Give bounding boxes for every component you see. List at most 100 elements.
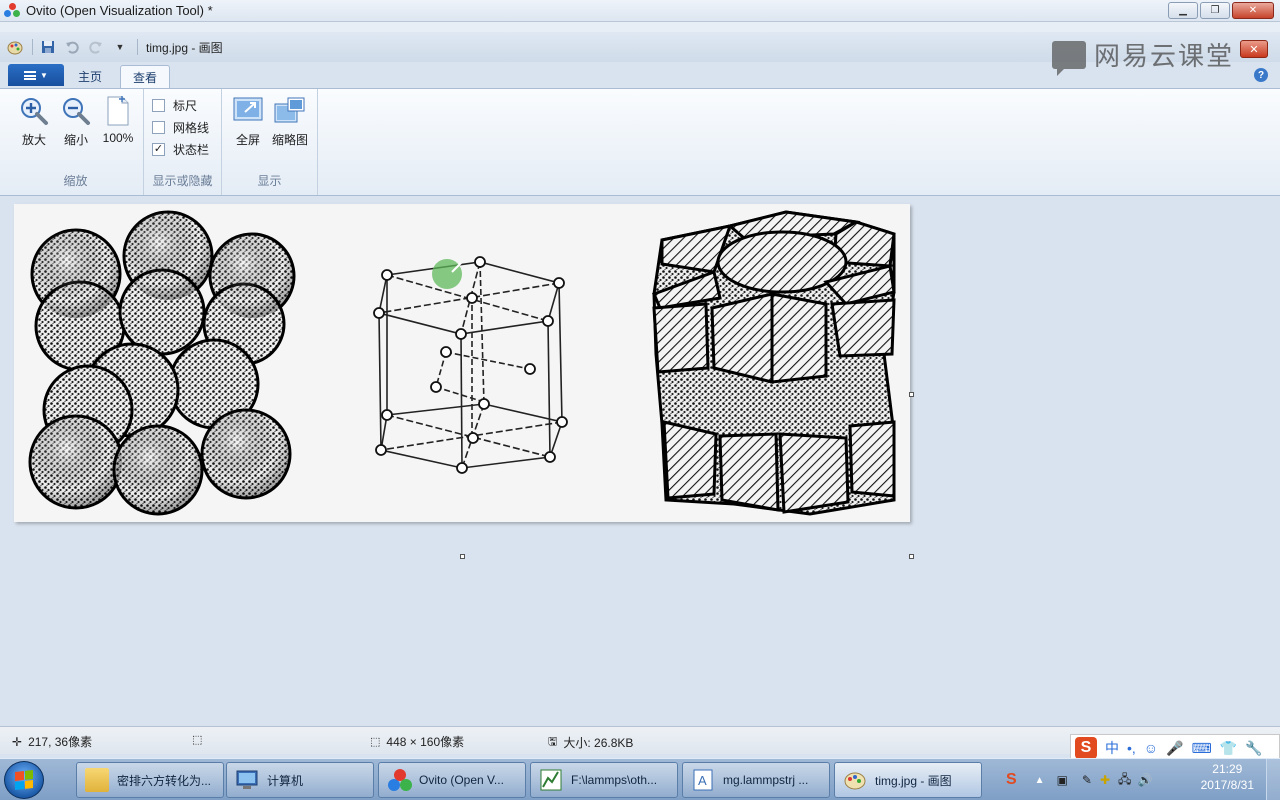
statusbar-label: 状态栏 (173, 143, 210, 157)
file-size: 🖫 大小: 26.8KB (548, 733, 633, 752)
cursor-position: ✛ 217, 36像素 (12, 733, 92, 750)
punctuation-icon[interactable]: •, (1127, 740, 1136, 756)
settings-icon[interactable]: 🔧 (1245, 740, 1262, 757)
taskbar-item-folder[interactable]: 密排六方转化为... (76, 762, 224, 798)
disk-icon: 🖫 (548, 736, 558, 748)
zoom-out-label: 缩小 (63, 133, 88, 147)
clock-time: 21:29 (1212, 762, 1243, 776)
skin-icon[interactable]: 👕 (1220, 740, 1237, 757)
crystal-structure-image (28, 210, 896, 516)
taskbar-item-paint[interactable]: timg.jpg - 画图 (834, 762, 982, 798)
show-hide-group-label: 显示或隐藏 (152, 174, 213, 188)
undo-icon[interactable] (63, 38, 81, 56)
file-size-text: 大小: 26.8KB (563, 736, 634, 750)
windows-logo-icon (15, 770, 33, 790)
network-icon[interactable]: 🖧 (1118, 770, 1131, 791)
paint-close-button[interactable]: ✕ (1240, 40, 1268, 58)
ovito-title-bar: Ovito (Open Visualization Tool) * ▁ ❐ ✕ (0, 0, 1280, 22)
keyboard-icon[interactable]: ⌨ (1192, 740, 1212, 757)
taskbar-item-label: timg.jpg - 画图 (875, 773, 952, 788)
resize-handle-right[interactable] (909, 392, 914, 397)
image-size-text: 448 × 160像素 (386, 735, 465, 749)
qat-separator (137, 39, 138, 55)
hatched-polyhedron-drawing (651, 210, 896, 516)
text-editor-icon: A (691, 768, 715, 792)
taskbar-item-computer[interactable]: 计算机 (226, 762, 374, 798)
show-desktop-button[interactable] (1266, 759, 1280, 800)
taskbar-item-lammpstrj[interactable]: A mg.lammpstrj ... (682, 762, 830, 798)
fullscreen-label: 全屏 (235, 133, 260, 147)
security-tray-icon[interactable]: ✚ (1100, 773, 1110, 787)
paint-menu-button[interactable]: ▼ (8, 64, 64, 86)
redo-icon[interactable] (87, 38, 105, 56)
thumbnail-button[interactable]: 缩略图 (270, 95, 310, 148)
ovito-minimize-button[interactable]: ▁ (1168, 2, 1198, 19)
cursor-highlight (432, 259, 462, 289)
ruler-checkbox[interactable] (152, 99, 165, 112)
paint-window: ▼ timg.jpg - 画图 网易云课堂 ✕ ▼ 主页 查看 ? 放大 缩小 … (0, 32, 1280, 762)
fullscreen-button[interactable]: 全屏 (228, 95, 268, 148)
gridlines-label: 网格线 (173, 121, 210, 135)
chart-icon (539, 768, 563, 792)
volume-icon[interactable]: 🔊 (1137, 773, 1152, 787)
image-size-icon: ⬚ (370, 736, 381, 748)
microphone-icon[interactable]: 🎤 (1166, 740, 1183, 757)
ribbon-tabs: ▼ 主页 查看 ? (0, 62, 1280, 88)
zoom-in-button[interactable]: 放大 (14, 95, 54, 148)
selection-indicator: ⬚ (192, 733, 202, 746)
page-icon (102, 95, 134, 127)
help-icon[interactable]: ? (1254, 68, 1268, 82)
paint-palette-icon (843, 768, 867, 792)
canvas-area[interactable] (0, 196, 1280, 726)
resize-handle-bottom[interactable] (460, 554, 465, 559)
image-canvas[interactable] (14, 204, 910, 522)
ovito-restore-button[interactable]: ❐ (1200, 2, 1230, 19)
customize-qat-icon[interactable]: ▼ (111, 38, 129, 56)
fullscreen-icon (232, 95, 264, 127)
tab-home[interactable]: 主页 (66, 65, 114, 88)
ovito-close-button[interactable]: ✕ (1232, 2, 1274, 19)
clock[interactable]: 21:29 2017/8/31 (1201, 761, 1254, 793)
ribbon-view-panel: 放大 缩小 100% 缩放 标尺 网格线 ✓ 状态栏 显示或隐藏 全屏 缩略图 … (0, 88, 1280, 196)
taskbar-item-ovito[interactable]: Ovito (Open V... (378, 762, 526, 798)
menu-icon (24, 70, 37, 80)
move-cursor-icon: ✛ (12, 734, 23, 749)
taskbar-item-label: Ovito (Open V... (419, 773, 504, 787)
gridlines-toggle[interactable]: 网格线 (152, 119, 209, 136)
taskbar: 密排六方转化为... 计算机 Ovito (Open V... F:\lammp… (0, 758, 1280, 800)
resize-handle-corner[interactable] (909, 554, 914, 559)
selection-icon: ⬚ (192, 734, 203, 746)
sogou-tray-icon[interactable]: S (1006, 771, 1017, 789)
thumbnail-label: 缩略图 (271, 133, 308, 147)
tray-expand-icon[interactable]: ▲ (1035, 775, 1045, 786)
tab-view[interactable]: 查看 (120, 65, 171, 88)
ruler-toggle[interactable]: 标尺 (152, 97, 197, 114)
image-size: ⬚ 448 × 160像素 (370, 733, 464, 750)
cursor-position-text: 217, 36像素 (28, 735, 93, 749)
zoom-in-label: 放大 (21, 133, 46, 147)
save-icon[interactable] (39, 38, 57, 56)
taskbar-item-explorer-path[interactable]: F:\lammps\oth... (530, 762, 678, 798)
quick-access-toolbar: ▼ timg.jpg - 画图 网易云课堂 ✕ (0, 32, 1280, 76)
start-button[interactable] (4, 761, 44, 799)
statusbar-checkbox[interactable]: ✓ (152, 143, 165, 156)
thumbnail-icon (274, 95, 306, 127)
actual-size-button[interactable]: 100% (98, 95, 138, 145)
sogou-icon[interactable]: S (1075, 737, 1097, 759)
taskbar-item-label: 计算机 (267, 773, 304, 788)
zoom-out-button[interactable]: 缩小 (56, 95, 96, 148)
statusbar-toggle[interactable]: ✓ 状态栏 (152, 141, 209, 158)
taskbar-item-label: F:\lammps\oth... (571, 773, 658, 787)
tool-tray-icon[interactable]: ✎ (1082, 773, 1092, 787)
ime-language[interactable]: 中 (1105, 738, 1119, 758)
network-device-icon[interactable]: ▣ (1057, 773, 1068, 787)
taskbar-item-label: mg.lammpstrj ... (723, 773, 809, 787)
ovito-menu-bar (0, 22, 1280, 32)
emoji-icon[interactable]: ☺ (1144, 740, 1158, 756)
ovito-icon (387, 768, 412, 792)
svg-text:A: A (698, 773, 707, 788)
zoom-out-icon (60, 95, 92, 127)
display-group-label: 显示 (257, 174, 282, 188)
paint-app-icon[interactable] (6, 38, 24, 56)
gridlines-checkbox[interactable] (152, 121, 165, 134)
